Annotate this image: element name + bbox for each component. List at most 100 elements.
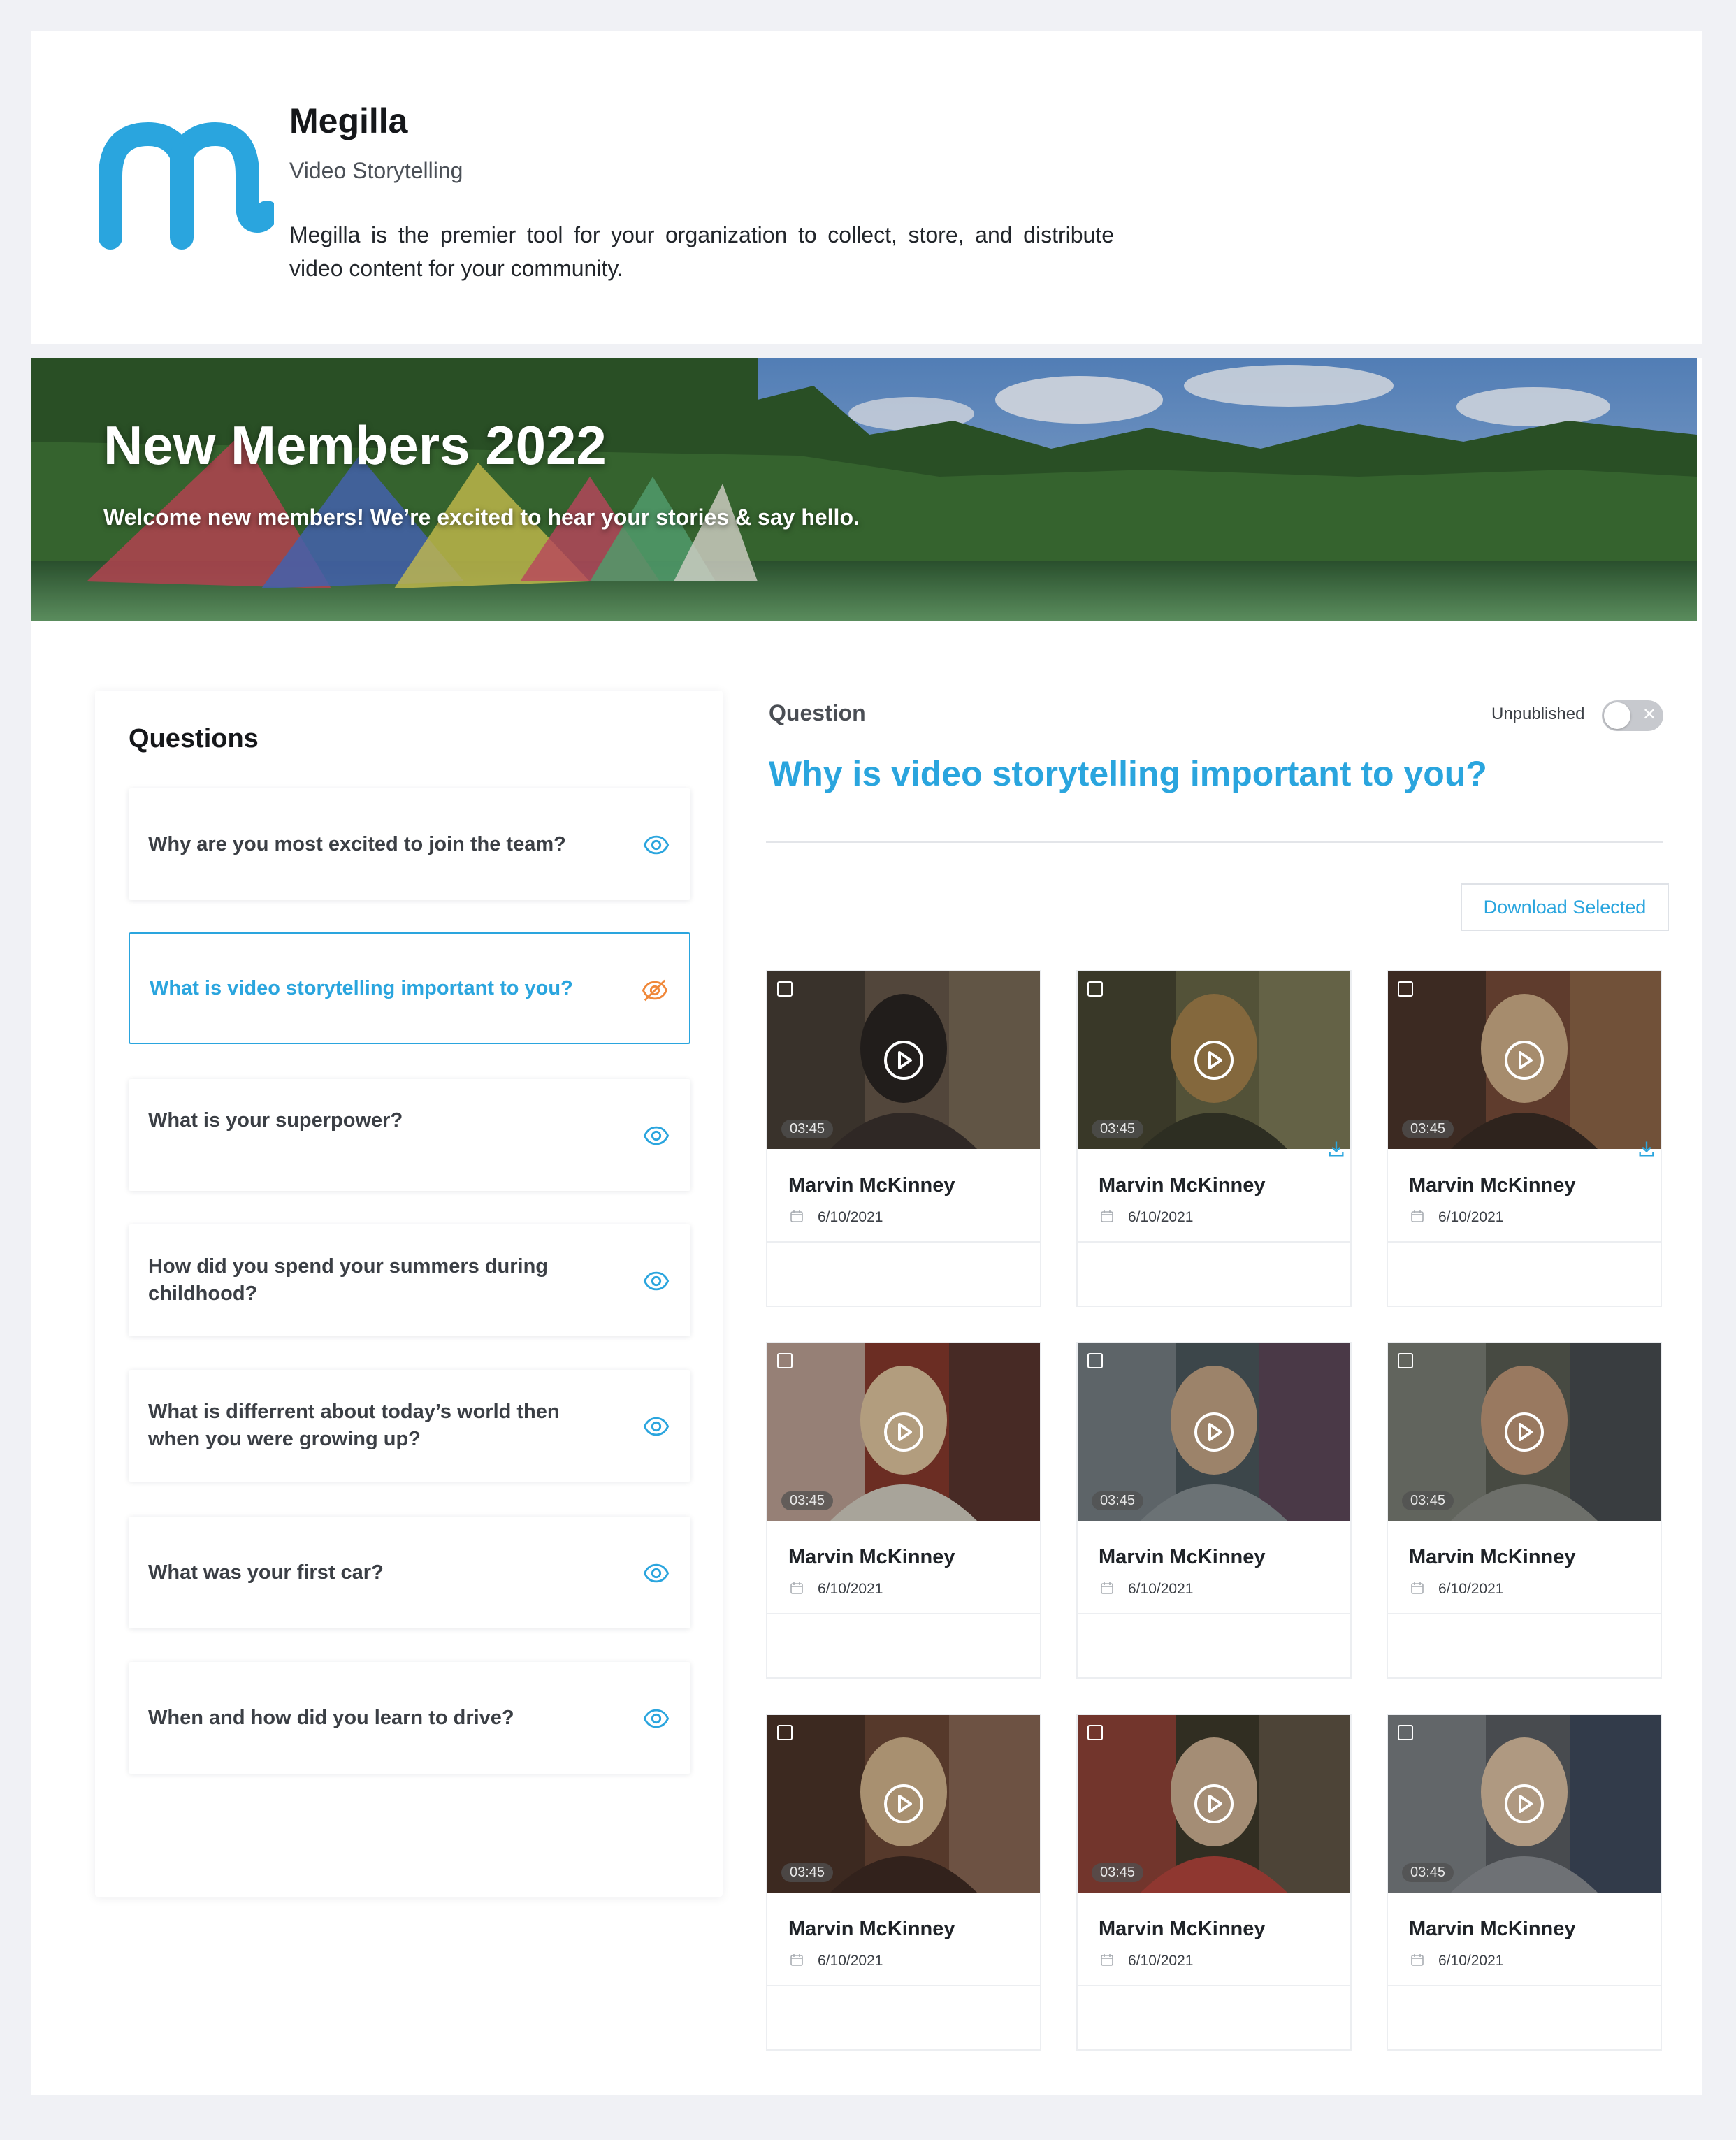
download-icon[interactable] <box>1326 1139 1346 1159</box>
duration-badge: 03:45 <box>1092 1120 1144 1138</box>
banner: New Members 2022 Welcome new members! We… <box>31 358 1697 621</box>
eye-icon[interactable] <box>643 1268 670 1294</box>
question-label: Question <box>769 700 866 725</box>
play-icon[interactable] <box>1194 1040 1234 1080</box>
video-date: 6/10/2021 <box>1128 1209 1194 1225</box>
duration-badge: 03:45 <box>1092 1863 1144 1882</box>
calendar-icon <box>1411 1954 1424 1966</box>
duration-badge: 03:45 <box>1092 1491 1144 1510</box>
publish-status-label: Unpublished <box>1491 704 1585 723</box>
play-icon[interactable] <box>1504 1412 1545 1452</box>
video-thumbnail[interactable]: 03:45 <box>767 1715 1040 1893</box>
select-checkbox[interactable] <box>1087 1353 1103 1368</box>
question-text: What is differrent about today’s world t… <box>148 1401 560 1450</box>
video-card[interactable]: 03:45 Marvin McKinney 6/10/2021 <box>766 970 1041 1307</box>
select-checkbox[interactable] <box>1398 981 1413 997</box>
video-thumbnail[interactable]: 03:45 <box>767 1343 1040 1521</box>
video-date: 6/10/2021 <box>818 1209 883 1225</box>
calendar-icon <box>1101 1954 1113 1966</box>
video-date: 6/10/2021 <box>1438 1953 1504 1969</box>
calendar-icon <box>1101 1582 1113 1594</box>
video-card[interactable]: 03:45 Marvin McKinney 6/10/2021 <box>766 1714 1041 2051</box>
video-thumbnail[interactable]: 03:45 <box>1388 1715 1661 1893</box>
select-checkbox[interactable] <box>1087 981 1103 997</box>
video-author-name: Marvin McKinney <box>1099 1174 1266 1196</box>
video-card[interactable]: 03:45 Marvin McKinney 6/10/2021 <box>1387 1342 1662 1679</box>
play-icon[interactable] <box>1504 1040 1545 1080</box>
eye-off-icon[interactable] <box>642 977 668 1004</box>
org-description: Megilla is the premier tool for your org… <box>289 222 1114 281</box>
eye-icon[interactable] <box>643 832 670 858</box>
select-checkbox[interactable] <box>1398 1725 1413 1740</box>
divider <box>1078 1985 1350 1986</box>
download-selected-button[interactable]: Download Selected <box>1461 883 1669 931</box>
video-card[interactable]: 03:45 Marvin McKinney 6/10/2021 <box>766 1342 1041 1679</box>
play-icon[interactable] <box>883 1412 924 1452</box>
video-author-name: Marvin McKinney <box>1409 1546 1576 1568</box>
select-checkbox[interactable] <box>1398 1353 1413 1368</box>
question-item[interactable]: What is your superpower? <box>129 1079 690 1191</box>
question-text: Why are you most excited to join the tea… <box>148 832 566 855</box>
question-item-active[interactable]: What is video storytelling important to … <box>129 932 690 1044</box>
eye-icon[interactable] <box>643 1413 670 1440</box>
question-text: What is your superpower? <box>148 1109 403 1132</box>
video-card[interactable]: 03:45 Marvin McKinney 6/10/2021 <box>1387 1714 1662 2051</box>
divider <box>767 1985 1040 1986</box>
play-icon[interactable] <box>883 1040 924 1080</box>
toggle-knob <box>1604 702 1630 729</box>
question-item[interactable]: What was your first car? <box>129 1517 690 1628</box>
video-date: 6/10/2021 <box>1438 1209 1504 1225</box>
video-author-name: Marvin McKinney <box>788 1918 955 1940</box>
select-checkbox[interactable] <box>1087 1725 1103 1740</box>
duration-badge: 03:45 <box>1402 1120 1454 1138</box>
video-thumbnail[interactable]: 03:45 <box>767 971 1040 1149</box>
divider <box>1078 1241 1350 1243</box>
banner-subtitle: Welcome new members! We’re excited to he… <box>103 505 860 530</box>
video-thumbnail[interactable]: 03:45 <box>1078 1343 1350 1521</box>
play-icon[interactable] <box>1504 1784 1545 1824</box>
video-date: 6/10/2021 <box>1438 1581 1504 1597</box>
select-checkbox[interactable] <box>777 981 793 997</box>
video-thumbnail[interactable]: 03:45 <box>1078 1715 1350 1893</box>
eye-icon[interactable] <box>643 1705 670 1732</box>
question-item[interactable]: How did you spend your summers during ch… <box>129 1224 690 1336</box>
video-card[interactable]: 03:45 Marvin McKinney 6/10/2021 <box>1387 970 1662 1307</box>
question-text: How did you spend your summers during ch… <box>148 1255 548 1305</box>
video-card[interactable]: 03:45 Marvin McKinney 6/10/2021 <box>1076 970 1352 1307</box>
eye-icon[interactable] <box>643 1560 670 1586</box>
question-title: Why is video storytelling important to y… <box>769 754 1487 793</box>
video-thumbnail[interactable]: 03:45 <box>1388 971 1661 1149</box>
question-text: What was your first car? <box>148 1561 384 1584</box>
duration-badge: 03:45 <box>781 1863 834 1882</box>
org-subtitle: Video Storytelling <box>289 158 463 183</box>
divider <box>1388 1241 1661 1243</box>
video-date: 6/10/2021 <box>1128 1953 1194 1969</box>
play-icon[interactable] <box>1194 1784 1234 1824</box>
org-name: Megilla <box>289 101 408 140</box>
publish-toggle[interactable]: ✕ <box>1602 700 1663 731</box>
close-icon: ✕ <box>1642 705 1657 724</box>
duration-badge: 03:45 <box>781 1491 834 1510</box>
question-text: When and how did you learn to drive? <box>148 1706 514 1729</box>
eye-icon[interactable] <box>643 1122 670 1149</box>
video-author-name: Marvin McKinney <box>1409 1174 1576 1196</box>
play-icon[interactable] <box>1194 1412 1234 1452</box>
video-date: 6/10/2021 <box>818 1581 883 1597</box>
divider <box>767 1241 1040 1243</box>
calendar-icon <box>1411 1210 1424 1222</box>
video-thumbnail[interactable]: 03:45 <box>1078 971 1350 1149</box>
video-thumbnail[interactable]: 03:45 <box>1388 1343 1661 1521</box>
question-item[interactable]: Why are you most excited to join the tea… <box>129 788 690 900</box>
video-card[interactable]: 03:45 Marvin McKinney 6/10/2021 <box>1076 1714 1352 2051</box>
duration-badge: 03:45 <box>1402 1863 1454 1882</box>
question-item[interactable]: What is differrent about today’s world t… <box>129 1370 690 1482</box>
question-item[interactable]: When and how did you learn to drive? <box>129 1662 690 1774</box>
calendar-icon <box>790 1582 803 1594</box>
select-checkbox[interactable] <box>777 1353 793 1368</box>
video-card[interactable]: 03:45 Marvin McKinney 6/10/2021 <box>1076 1342 1352 1679</box>
play-icon[interactable] <box>883 1784 924 1824</box>
download-icon[interactable] <box>1637 1139 1656 1159</box>
video-author-name: Marvin McKinney <box>1409 1918 1576 1940</box>
calendar-icon <box>1101 1210 1113 1222</box>
select-checkbox[interactable] <box>777 1725 793 1740</box>
